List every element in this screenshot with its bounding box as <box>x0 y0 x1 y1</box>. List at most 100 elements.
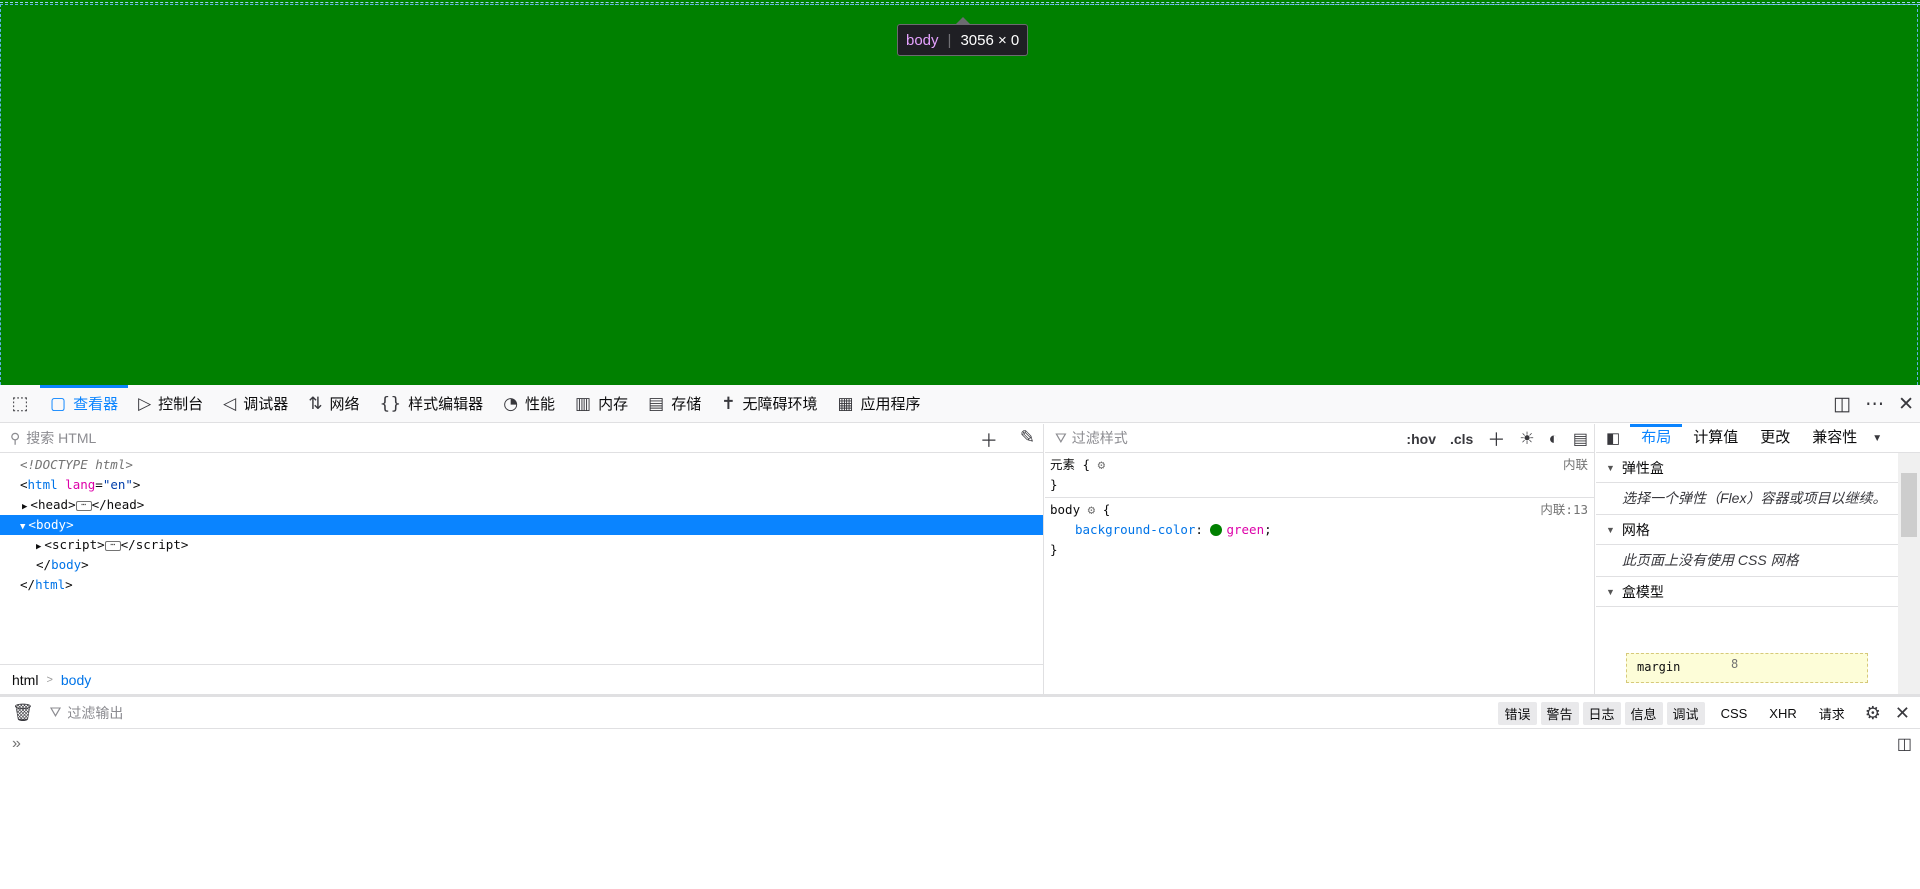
tab-compatibility[interactable]: 兼容性 <box>1801 424 1868 453</box>
color-swatch[interactable] <box>1210 524 1223 536</box>
expand-arrow-icon[interactable]: ▶ <box>36 542 41 552</box>
tab-network[interactable]: ⇅ 网络 <box>298 385 369 423</box>
body-gear-icon[interactable]: ⚙ <box>1088 502 1096 517</box>
grid-section-header[interactable]: ▼ 网格 <box>1596 515 1920 545</box>
margin-top-value[interactable]: 8 <box>1731 657 1738 671</box>
clear-console-icon[interactable]: 🗑 <box>12 703 34 723</box>
tab-style-editor[interactable]: {} 样式编辑器 <box>370 385 494 423</box>
infobar-dimensions: 3056 × 0 <box>960 31 1020 49</box>
accessibility-icon: ✝ <box>721 393 736 414</box>
tab-storage[interactable]: ▤ 存储 <box>638 385 711 423</box>
markup-doctype[interactable]: <!DOCTYPE html> <box>0 455 1043 475</box>
console-input[interactable]: » ◫ <box>0 730 1920 758</box>
filter-output-input[interactable]: 过滤输出 <box>67 703 123 723</box>
expand-arrow-icon[interactable]: ▶ <box>22 502 27 512</box>
element-rule-source[interactable]: 内联 <box>1563 455 1588 475</box>
tab-console[interactable]: ▷ 控制台 <box>128 385 213 423</box>
ellipsis-icon[interactable]: ⋯ <box>104 540 121 551</box>
markup-html-open[interactable]: <html lang="en"> <box>0 475 1043 495</box>
toggle-sidebar-icon[interactable]: ◧ <box>1596 429 1630 447</box>
debugger-icon: ◁ <box>223 393 237 414</box>
body-rule-source[interactable]: 内联:13 <box>1540 500 1588 520</box>
sidebar-scrollbar[interactable] <box>1898 453 1920 694</box>
breadcrumb-html[interactable]: html <box>12 672 38 688</box>
filter-logs-button[interactable]: 日志 <box>1582 701 1621 725</box>
property-value[interactable]: green <box>1226 522 1264 537</box>
dark-scheme-icon[interactable]: ◐ <box>1549 429 1559 449</box>
breadcrumb: html > body <box>0 664 1043 694</box>
hov-toggle-button[interactable]: :hov <box>1406 431 1436 447</box>
add-rule-icon[interactable]: ＋ <box>1487 426 1505 452</box>
tab-memory[interactable]: ▥ 内存 <box>565 385 638 423</box>
collapse-arrow-icon[interactable]: ▼ <box>20 522 25 532</box>
ellipsis-icon[interactable]: ⋯ <box>75 500 92 511</box>
filter-icon: ⛛ <box>49 704 62 720</box>
editor-mode-icon[interactable]: ◫ <box>1897 734 1912 754</box>
markup-head-collapsed[interactable]: ▶ <head> ⋯ </head> <box>0 495 1043 515</box>
markup-body-selected[interactable]: ▼ <body> <box>0 515 1043 535</box>
filter-info-button[interactable]: 信息 <box>1624 701 1663 725</box>
filter-css-button[interactable]: CSS <box>1715 704 1754 723</box>
console-toolbar: 🗑 ⛛ 过滤输出 错误 警告 日志 信息 调试 CSS XHR 请求 ⚙ ✕ <box>0 697 1920 729</box>
tab-changes[interactable]: 更改 <box>1749 424 1801 453</box>
tab-application[interactable]: ▦ 应用程序 <box>827 385 930 423</box>
boxmodel-section-header[interactable]: ▼ 盒模型 <box>1596 577 1920 607</box>
collapse-triangle-icon: ▼ <box>1606 462 1615 473</box>
toolbox-controls: ◫ ⋯ ✕ <box>1833 385 1914 423</box>
infobar-tag: body <box>906 31 939 49</box>
storage-icon: ▤ <box>648 393 665 414</box>
scrollbar-thumb[interactable] <box>1901 473 1917 537</box>
body-selector: body <box>1050 502 1081 517</box>
application-icon: ▦ <box>837 393 854 414</box>
filter-xhr-button[interactable]: XHR <box>1763 704 1802 723</box>
filter-icon: ⛛ <box>1055 429 1067 446</box>
highlighter-infobar: body | 3056 × 0 <box>897 24 1029 56</box>
tab-inspector[interactable]: ▢ 查看器 <box>40 384 129 423</box>
close-split-console-icon[interactable]: ✕ <box>1895 703 1910 724</box>
flexbox-section-header[interactable]: ▼ 弹性盒 <box>1596 453 1920 483</box>
markup-html-close[interactable]: </html> <box>0 575 1043 595</box>
filter-requests-button[interactable]: 请求 <box>1813 702 1851 725</box>
markup-script-collapsed[interactable]: ▶ <script> ⋯ </script> <box>0 535 1043 555</box>
filter-warnings-button[interactable]: 警告 <box>1540 701 1579 725</box>
light-scheme-icon[interactable]: ☀ <box>1519 429 1534 449</box>
chevron-right-icon: > <box>46 673 53 686</box>
tab-computed[interactable]: 计算值 <box>1682 424 1749 453</box>
markup-body-close[interactable]: </body> <box>0 555 1043 575</box>
more-options-icon[interactable]: ⋯ <box>1865 393 1884 416</box>
filter-errors-button[interactable]: 错误 <box>1498 701 1537 725</box>
performance-icon: ◔ <box>503 393 519 414</box>
devtools-toolbox: ⬚ ▢ 查看器 ▷ 控制台 ◁ 调试器 ⇅ 网络 {} 样式编辑器 ◔ 性能 ▥ 内存 ▤ 存储… <box>0 384 1920 889</box>
more-tabs-chevron-icon[interactable]: ▼ <box>1868 433 1882 444</box>
background-color-declaration[interactable]: background-color: green; <box>1045 520 1594 540</box>
element-rule[interactable]: 元素 { ⚙ 内联 <box>1045 455 1594 475</box>
tab-debugger[interactable]: ◁ 调试器 <box>213 385 298 423</box>
style-editor-icon: {} <box>379 393 402 414</box>
tab-performance[interactable]: ◔ 性能 <box>493 385 565 423</box>
close-devtools-icon[interactable]: ✕ <box>1898 393 1914 416</box>
page-viewport: body | 3056 × 0 <box>0 0 1920 385</box>
console-icon: ▷ <box>138 393 152 414</box>
property-name[interactable]: background-color <box>1075 522 1195 537</box>
search-icon: ⚲ <box>10 429 21 446</box>
sidebar-tabs: ◧ 布局 计算值 更改 兼容性 ▼ <box>1596 424 1920 453</box>
eyedropper-icon[interactable]: ✎ <box>1020 427 1035 453</box>
element-gear-icon[interactable]: ⚙ <box>1098 457 1106 472</box>
boxmodel-margin[interactable]: margin 8 <box>1626 653 1868 683</box>
tab-accessibility[interactable]: ✝ 无障碍环境 <box>711 385 827 423</box>
cls-toggle-button[interactable]: .cls <box>1450 431 1473 447</box>
print-media-icon[interactable]: ▤ <box>1573 429 1588 449</box>
add-node-icon[interactable]: ＋ <box>980 427 998 453</box>
rules-panel: ⛛ 过滤样式 :hov .cls ＋ ☀ ◐ ▤ 元素 { ⚙ 内联 } body… <box>1045 424 1595 694</box>
element-picker-icon[interactable]: ⬚ <box>0 385 40 423</box>
breadcrumb-body[interactable]: body <box>61 672 91 688</box>
body-rule[interactable]: body ⚙ {内联:13 <box>1045 500 1594 520</box>
prompt-chevron-icon: » <box>12 735 21 752</box>
filter-debug-button[interactable]: 调试 <box>1666 701 1705 725</box>
search-html-input[interactable]: 搜索 HTML <box>26 428 96 448</box>
dock-side-icon[interactable]: ◫ <box>1833 393 1851 416</box>
filter-styles-input[interactable]: 过滤样式 <box>1072 428 1128 448</box>
console-settings-gear-icon[interactable]: ⚙ <box>1865 703 1881 724</box>
tab-layout[interactable]: 布局 <box>1630 424 1683 453</box>
markup-panel: ⚲ 搜索 HTML ＋ ✎ <!DOCTYPE html> <html lang… <box>0 424 1044 694</box>
